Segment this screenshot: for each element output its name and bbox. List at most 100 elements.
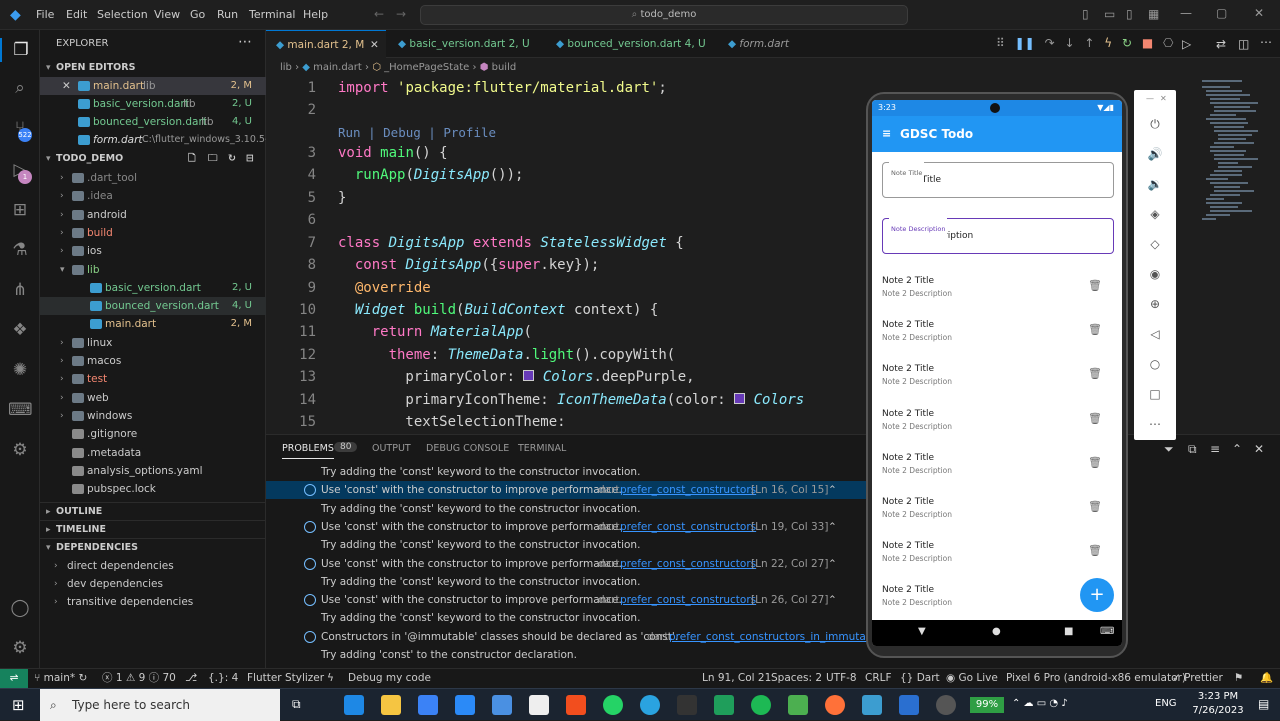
add-note-button[interactable]: + bbox=[1080, 578, 1114, 612]
flutter-icon[interactable]: ❖ bbox=[8, 318, 32, 342]
app-icon[interactable] bbox=[714, 695, 734, 715]
tab-terminal[interactable]: TERMINAL bbox=[518, 443, 566, 454]
account-icon[interactable]: ◯ bbox=[8, 596, 32, 620]
tree-file[interactable]: pubspec.lock bbox=[40, 480, 266, 498]
overview-icon[interactable]: □ bbox=[1147, 386, 1163, 402]
input-language[interactable]: ENG bbox=[1155, 698, 1177, 709]
step-over-icon[interactable]: ↷ bbox=[1045, 36, 1055, 50]
power-icon[interactable]: ⏻ bbox=[1147, 116, 1163, 132]
flutter-stylizer-status[interactable]: Flutter Stylizer bbox=[247, 669, 324, 688]
remote-icon[interactable]: ⇌ bbox=[0, 669, 28, 688]
terminal-icon[interactable]: ⌨ bbox=[8, 398, 33, 422]
camera-icon[interactable]: ◉ bbox=[1147, 266, 1163, 282]
code-editor[interactable]: 1 2 3 4 5 6 7 8 9 10 11 12 13 14 15 impo… bbox=[266, 78, 866, 434]
stop-icon[interactable]: ■ bbox=[1142, 36, 1153, 50]
notification-center-icon[interactable]: ▤ bbox=[1258, 697, 1269, 711]
tab-basic-version[interactable]: ◆ basic_version.dart 2, U bbox=[388, 30, 538, 58]
rotate-right-icon[interactable]: ◇ bbox=[1147, 236, 1163, 252]
tree-folder[interactable]: ▾ lib bbox=[40, 261, 266, 279]
language-status[interactable]: {} Dart bbox=[900, 669, 940, 688]
ports-icon[interactable]: ⎇ bbox=[185, 669, 197, 688]
chevron-up-icon[interactable]: ⌃ bbox=[1232, 442, 1242, 456]
tray-icons[interactable]: ⌃ ☁ ▭ ◔ ♪ bbox=[1012, 698, 1068, 709]
minimize-icon[interactable]: — bbox=[1180, 6, 1192, 20]
problems-status[interactable]: ⓧ 1 ⚠ 9 ⓘ 70 bbox=[102, 669, 176, 688]
spotify-icon[interactable] bbox=[751, 695, 771, 715]
pause-icon[interactable]: ❚❚ bbox=[1015, 36, 1035, 50]
chevron-up-icon[interactable]: ⌃ bbox=[828, 518, 837, 536]
tab-bounced-version[interactable]: ◆ bounced_version.dart 4, U bbox=[546, 30, 706, 58]
indentation-status[interactable]: Spaces: 2 bbox=[771, 669, 822, 688]
menu-file[interactable]: File bbox=[36, 0, 54, 30]
layout-icon[interactable]: ▦ bbox=[1148, 7, 1159, 21]
zoom-icon[interactable]: ⊕ bbox=[1147, 296, 1163, 312]
clock-date[interactable]: 7/26/2023 bbox=[1190, 705, 1246, 716]
dependency-item[interactable]: › dev dependencies bbox=[40, 575, 266, 593]
branch-status[interactable]: ⑂ main* ↻ bbox=[34, 669, 87, 688]
notion-icon[interactable] bbox=[529, 695, 549, 715]
problem-hint-row[interactable]: Try adding the 'const' keyword to the co… bbox=[266, 573, 866, 591]
breadcrumb-item[interactable]: build bbox=[492, 62, 517, 73]
eol-status[interactable]: CRLF bbox=[865, 669, 892, 688]
menu-edit[interactable]: Edit bbox=[66, 0, 87, 30]
problem-hint-row[interactable]: Try adding the 'const' keyword to the co… bbox=[266, 609, 866, 627]
emulator-icon[interactable] bbox=[862, 695, 882, 715]
timeline-header[interactable]: ▸ TIMELINE bbox=[40, 520, 266, 538]
remote-explorer-icon[interactable]: ⋔ bbox=[8, 278, 32, 302]
rule-link[interactable]: prefer_const_constructors_in_immutables bbox=[669, 628, 887, 646]
back-icon[interactable]: ▼ bbox=[918, 626, 926, 637]
tree-file[interactable]: bounced_version.dart 4, U bbox=[40, 297, 266, 316]
encoding-status[interactable]: UTF-8 bbox=[826, 669, 857, 688]
tree-folder[interactable]: › macos bbox=[40, 352, 266, 370]
store-icon[interactable] bbox=[418, 695, 438, 715]
device-status[interactable]: Pixel 6 Pro (android-x86 emulator) bbox=[1006, 669, 1186, 688]
close-panel-icon[interactable]: ✕ bbox=[1254, 442, 1264, 456]
symbols-status[interactable]: {.}: 4 bbox=[208, 669, 238, 688]
rule-link[interactable]: prefer_const_constructors bbox=[620, 555, 756, 573]
chevron-up-icon[interactable]: ⌃ bbox=[828, 555, 837, 573]
keyboard-icon[interactable]: ⌨ bbox=[1100, 626, 1114, 637]
tree-folder[interactable]: › test bbox=[40, 370, 266, 388]
outline-header[interactable]: ▸ OUTLINE bbox=[40, 502, 266, 520]
maximize-icon[interactable]: ▢ bbox=[1216, 6, 1227, 20]
menu-go[interactable]: Go bbox=[190, 0, 205, 30]
tree-file[interactable]: .gitignore bbox=[40, 425, 266, 443]
file-explorer-icon[interactable] bbox=[381, 695, 401, 715]
dependency-item[interactable]: › direct dependencies bbox=[40, 557, 266, 575]
codelens[interactable]: Run | Debug | Profile bbox=[338, 125, 496, 140]
tree-folder[interactable]: › android bbox=[40, 206, 266, 224]
figma-icon[interactable] bbox=[566, 695, 586, 715]
note-list-item[interactable]: Note 2 Title Note 2 Description 🗑 bbox=[872, 531, 1122, 575]
back-icon[interactable]: ◁ bbox=[1147, 326, 1163, 342]
breadcrumb-item[interactable]: lib bbox=[280, 62, 292, 73]
tab-problems[interactable]: PROBLEMS bbox=[282, 443, 334, 459]
tree-folder[interactable]: › .dart_tool bbox=[40, 169, 266, 187]
volume-up-icon[interactable]: 🔊 bbox=[1147, 146, 1163, 162]
note-list-item[interactable]: Note 2 Title Note 2 Description 🗑 bbox=[872, 487, 1122, 531]
copilot-icon[interactable]: ✺ bbox=[8, 358, 32, 382]
close-icon[interactable]: ✕ bbox=[1160, 94, 1167, 103]
vscode-icon[interactable] bbox=[455, 695, 475, 715]
refresh-icon[interactable]: ↻ bbox=[228, 150, 236, 168]
close-icon[interactable]: ✕ bbox=[370, 31, 379, 59]
menu-help[interactable]: Help bbox=[303, 0, 328, 30]
go-live-status[interactable]: ◉ Go Live bbox=[946, 669, 998, 688]
split-editor-icon[interactable]: ◫ bbox=[1238, 37, 1249, 51]
devtools-icon[interactable]: ⎔ bbox=[1163, 36, 1173, 50]
windows-start-icon[interactable]: ⊞ bbox=[12, 696, 25, 714]
whatsapp-icon[interactable] bbox=[603, 695, 623, 715]
project-header[interactable]: ▾ TODO_DEMO 🗋 🗀 ↻ ⊟ bbox=[40, 150, 266, 168]
tree-file[interactable]: basic_version.dart 2, U bbox=[40, 279, 266, 297]
telegram-icon[interactable] bbox=[640, 695, 660, 715]
delete-icon[interactable]: 🗑 bbox=[1088, 279, 1102, 292]
restart-icon[interactable]: ↻ bbox=[1122, 36, 1132, 50]
delete-icon[interactable]: 🗑 bbox=[1088, 500, 1102, 513]
collapse-all-icon[interactable]: ⊟ bbox=[246, 150, 254, 168]
forward-arrow-icon[interactable]: → bbox=[396, 7, 406, 21]
note-list-item[interactable]: Note 2 Title Note 2 Description 🗑 bbox=[872, 399, 1122, 443]
open-editor-item[interactable]: ✕ main.dart lib 2, M bbox=[40, 77, 266, 95]
taskbar-search[interactable]: ⌕ Type here to search bbox=[40, 689, 280, 721]
edge-icon[interactable] bbox=[344, 695, 364, 715]
debug-config-status[interactable]: Debug my code bbox=[348, 669, 431, 688]
command-center-search[interactable]: ⌕ todo_demo bbox=[420, 5, 908, 25]
